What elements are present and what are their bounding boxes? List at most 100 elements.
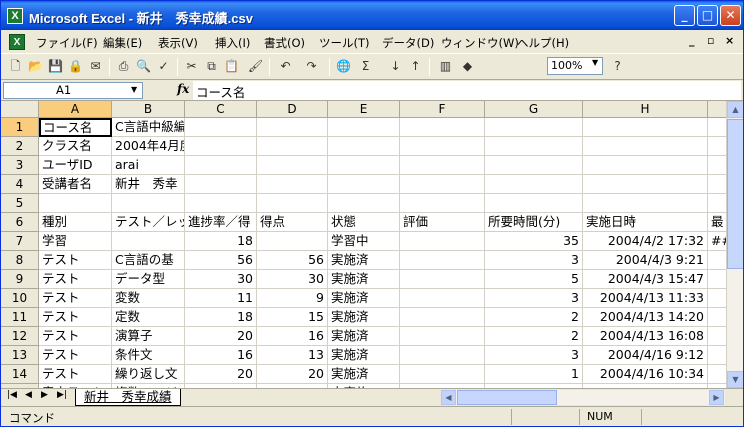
cell-f6[interactable]: 評価: [400, 213, 485, 232]
cell-e11[interactable]: 実施済: [328, 308, 400, 327]
cell-h1[interactable]: [583, 118, 708, 137]
cell-e10[interactable]: 実施済: [328, 289, 400, 308]
cell-d12[interactable]: 16: [257, 327, 328, 346]
cell-a10[interactable]: テスト: [39, 289, 112, 308]
print-preview-icon[interactable]: 🔍: [135, 58, 152, 75]
cell-c11[interactable]: 18: [185, 308, 257, 327]
cell-a4[interactable]: 受講者名: [39, 175, 112, 194]
cell-b4[interactable]: 新井 秀幸: [112, 175, 185, 194]
doc-restore-button[interactable]: ▫: [707, 34, 714, 47]
menu-window[interactable]: ウィンドウ(W): [441, 35, 519, 51]
cell-e2[interactable]: [328, 137, 400, 156]
cell-b12[interactable]: 演算子: [112, 327, 185, 346]
worksheet-grid[interactable]: ABCDEFGH1コース名C言語中級編2クラス名2004年4月度クラス3ユーザI…: [1, 101, 726, 388]
cell-a11[interactable]: テスト: [39, 308, 112, 327]
cell-b8[interactable]: C言語の基: [112, 251, 185, 270]
cell-partial-column[interactable]: 最: [708, 213, 726, 232]
cell-d6[interactable]: 得点: [257, 213, 328, 232]
cell-c8[interactable]: 56: [185, 251, 257, 270]
row-header[interactable]: 11: [1, 308, 39, 327]
prev-sheet-icon[interactable]: ◀: [25, 390, 32, 400]
first-sheet-icon[interactable]: |◀: [7, 390, 17, 400]
cell-partial-column[interactable]: [708, 175, 726, 194]
row-header[interactable]: 13: [1, 346, 39, 365]
close-button[interactable]: ✕: [720, 5, 741, 26]
cell-b14[interactable]: 繰り返し文: [112, 365, 185, 384]
column-header-a[interactable]: A: [39, 101, 112, 118]
row-header[interactable]: 12: [1, 327, 39, 346]
open-icon[interactable]: 📂: [27, 58, 44, 75]
cell-c12[interactable]: 20: [185, 327, 257, 346]
cell-h2[interactable]: [583, 137, 708, 156]
column-header-b[interactable]: B: [112, 101, 185, 118]
menu-insert[interactable]: 挿入(I): [215, 35, 250, 51]
name-box-dropdown-icon[interactable]: ▼: [131, 85, 137, 94]
scroll-left-icon[interactable]: ◀: [441, 390, 456, 405]
scroll-right-icon[interactable]: ▶: [709, 390, 724, 405]
row-header[interactable]: 2: [1, 137, 39, 156]
menu-data[interactable]: データ(D): [382, 35, 434, 51]
paste-icon[interactable]: 📋: [223, 58, 240, 75]
cell-e4[interactable]: [328, 175, 400, 194]
copy-icon[interactable]: ⧉: [203, 58, 220, 75]
cell-h14[interactable]: 2004/4/16 10:34: [583, 365, 708, 384]
column-header-c[interactable]: C: [185, 101, 257, 118]
cell-e8[interactable]: 実施済: [328, 251, 400, 270]
cell-d14[interactable]: 20: [257, 365, 328, 384]
cell-g12[interactable]: 2: [485, 327, 583, 346]
cell-f7[interactable]: [400, 232, 485, 251]
cell-e7[interactable]: 学習中: [328, 232, 400, 251]
row-header[interactable]: 5: [1, 194, 39, 213]
menu-file[interactable]: ファイル(F): [36, 35, 98, 51]
cell-a8[interactable]: テスト: [39, 251, 112, 270]
help-icon[interactable]: ?: [609, 58, 626, 75]
cell-e1[interactable]: [328, 118, 400, 137]
cell-f14[interactable]: [400, 365, 485, 384]
menu-edit[interactable]: 編集(E): [103, 35, 142, 51]
cell-b5[interactable]: [112, 194, 185, 213]
cell-partial-column[interactable]: [708, 251, 726, 270]
cell-e12[interactable]: 実施済: [328, 327, 400, 346]
cell-h5[interactable]: [583, 194, 708, 213]
cell-b2[interactable]: 2004年4月度クラス: [112, 137, 185, 156]
email-icon[interactable]: ✉: [87, 58, 104, 75]
cell-a6[interactable]: 種別: [39, 213, 112, 232]
column-header-h[interactable]: H: [583, 101, 708, 118]
workbook-icon[interactable]: X: [9, 34, 25, 50]
row-header[interactable]: 9: [1, 270, 39, 289]
cell-a2[interactable]: クラス名: [39, 137, 112, 156]
menu-help[interactable]: ヘルプ(H): [517, 35, 569, 51]
cell-d13[interactable]: 13: [257, 346, 328, 365]
menu-tools[interactable]: ツール(T): [319, 35, 370, 51]
cell-c1[interactable]: [185, 118, 257, 137]
cell-f5[interactable]: [400, 194, 485, 213]
cell-f13[interactable]: [400, 346, 485, 365]
maximize-button[interactable]: □: [697, 5, 718, 26]
cell-d7[interactable]: [257, 232, 328, 251]
cell-d10[interactable]: 9: [257, 289, 328, 308]
cell-c7[interactable]: 18: [185, 232, 257, 251]
cell-b9[interactable]: データ型: [112, 270, 185, 289]
cell-b13[interactable]: 条件文: [112, 346, 185, 365]
formula-input[interactable]: コース名: [193, 81, 741, 100]
cell-a12[interactable]: テスト: [39, 327, 112, 346]
row-header[interactable]: 4: [1, 175, 39, 194]
cell-f4[interactable]: [400, 175, 485, 194]
cell-d3[interactable]: [257, 156, 328, 175]
cell-h8[interactable]: 2004/4/3 9:21: [583, 251, 708, 270]
chart-wizard-icon[interactable]: ▥: [437, 58, 454, 75]
cell-c6[interactable]: 進捗率／得: [185, 213, 257, 232]
doc-minimize-button[interactable]: _: [689, 34, 695, 47]
cell-partial-column[interactable]: [708, 194, 726, 213]
sort-descending-icon[interactable]: ↑: [407, 58, 424, 75]
cell-partial-column[interactable]: ##: [708, 232, 726, 251]
cell-b11[interactable]: 定数: [112, 308, 185, 327]
cell-h7[interactable]: 2004/4/2 17:32: [583, 232, 708, 251]
cell-partial-column[interactable]: [708, 270, 726, 289]
new-icon[interactable]: 🗋: [7, 58, 24, 75]
active-cell[interactable]: コース名: [39, 118, 112, 137]
row-header[interactable]: 3: [1, 156, 39, 175]
cell-b6[interactable]: テスト／レッ: [112, 213, 185, 232]
cell-partial-column[interactable]: [708, 308, 726, 327]
cell-b7[interactable]: [112, 232, 185, 251]
